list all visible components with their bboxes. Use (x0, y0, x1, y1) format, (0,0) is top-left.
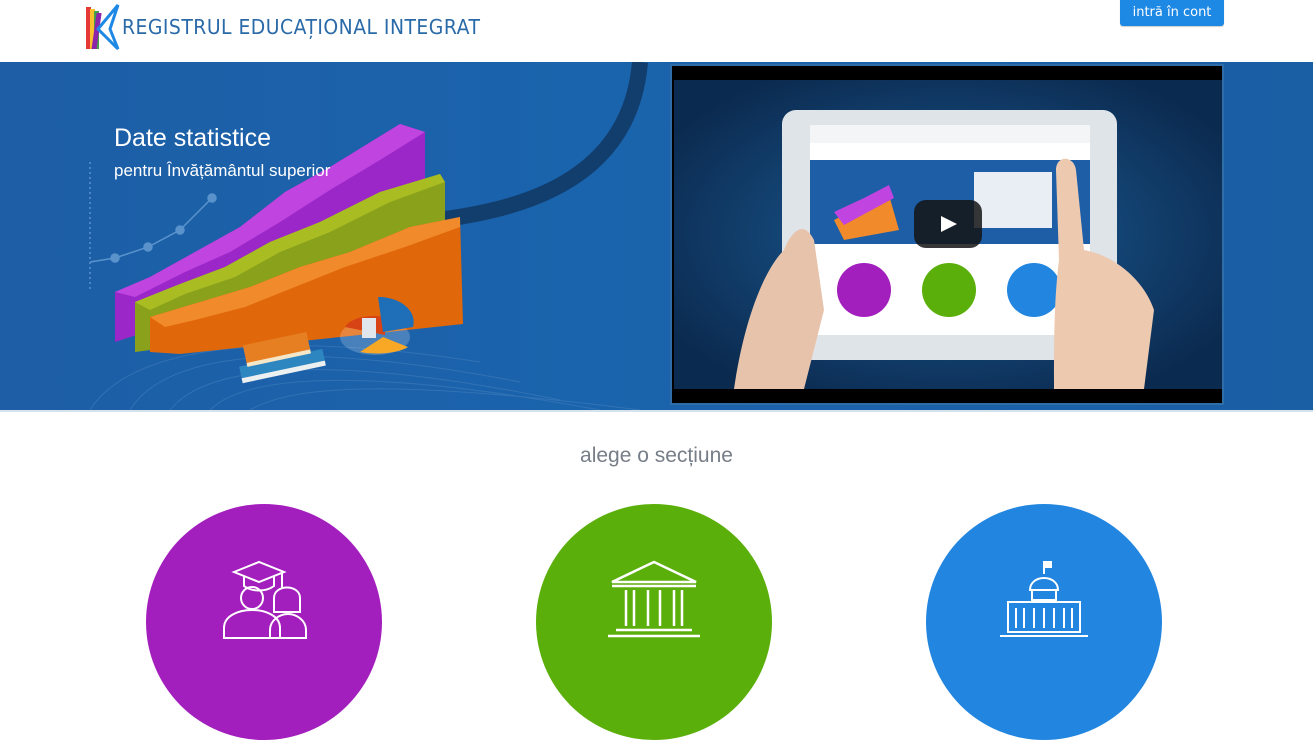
institution-icon (608, 560, 700, 638)
hero-banner: Date statistice pentru Învățământul supe… (0, 62, 1313, 410)
statistics-chart-illustration (89, 62, 648, 410)
login-button[interactable]: intră în cont (1120, 0, 1224, 26)
ministry-building-icon (1000, 561, 1088, 637)
site-logo[interactable]: REGISTRUL EDUCAȚIONAL INTEGRAT (84, 2, 503, 52)
section-heading: alege o secțiune (580, 444, 733, 467)
hero-subtitle: pentru Învățământul superior (114, 161, 331, 180)
section-students-button[interactable] (146, 504, 382, 740)
hero-divider (0, 410, 1313, 412)
top-header: REGISTRUL EDUCAȚIONAL INTEGRAT intră în … (0, 0, 1313, 62)
section-ministry-button[interactable] (926, 504, 1162, 740)
logo-text: REGISTRUL EDUCAȚIONAL INTEGRAT (122, 15, 481, 39)
hero-title: Date statistice (114, 124, 272, 152)
play-button[interactable] (914, 200, 982, 248)
logo-mark-icon (86, 4, 120, 51)
section-institutions-button[interactable] (536, 504, 772, 740)
students-icon (223, 560, 307, 639)
video-player[interactable] (670, 64, 1224, 405)
